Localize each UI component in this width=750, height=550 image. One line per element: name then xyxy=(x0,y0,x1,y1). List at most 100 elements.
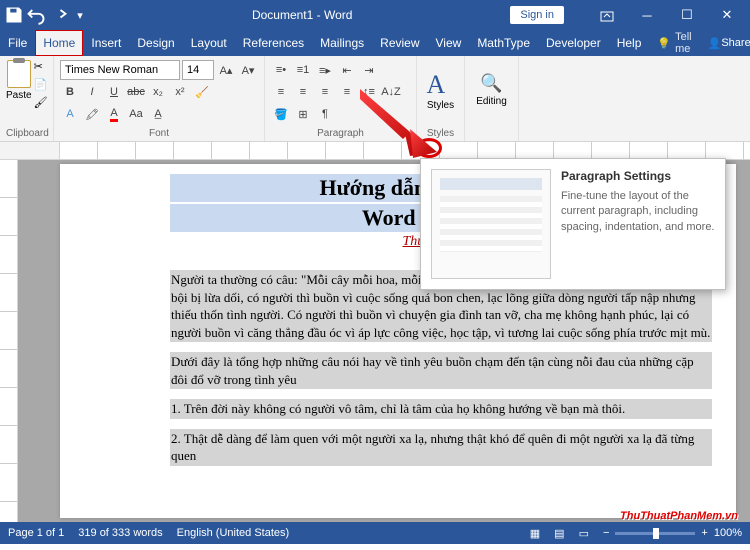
tab-layout[interactable]: Layout xyxy=(183,30,235,56)
decrease-indent-icon[interactable]: ⇤ xyxy=(337,60,357,80)
styles-btn-label: Styles xyxy=(427,100,454,111)
ribbon-tabs: File Home Insert Design Layout Reference… xyxy=(0,30,750,56)
shrink-font-icon[interactable]: A▾ xyxy=(238,60,258,80)
view-web-icon[interactable]: ▭ xyxy=(579,527,589,540)
highlight-icon[interactable]: 🖍 xyxy=(82,104,102,124)
change-case-icon[interactable]: Aa xyxy=(126,104,146,124)
bullets-icon[interactable]: ≡• xyxy=(271,60,291,80)
shading-icon[interactable]: 🪣 xyxy=(271,104,291,124)
language-indicator[interactable]: English (United States) xyxy=(177,527,290,539)
align-left-icon[interactable]: ≡ xyxy=(271,82,291,102)
zoom-control[interactable]: − + 100% xyxy=(603,527,742,539)
paragraph-3: 1. Trên đời này không có người vô tâm, c… xyxy=(170,399,712,419)
share-button[interactable]: 👤 Share xyxy=(700,30,750,56)
tab-help[interactable]: Help xyxy=(609,30,650,56)
clear-formatting-icon[interactable]: 🧹 xyxy=(192,82,212,102)
tab-mathtype[interactable]: MathType xyxy=(469,30,538,56)
tab-mailings[interactable]: Mailings xyxy=(312,30,372,56)
window-controls: ─ ☐ ✕ xyxy=(584,2,750,28)
undo-icon[interactable] xyxy=(26,5,46,25)
tab-references[interactable]: References xyxy=(235,30,312,56)
clipboard-label: Clipboard xyxy=(6,126,47,139)
align-right-icon[interactable]: ≡ xyxy=(315,82,335,102)
view-read-icon[interactable]: ▤ xyxy=(554,527,564,540)
numbering-icon[interactable]: ≡1 xyxy=(293,60,313,80)
text-effects-icon[interactable]: A xyxy=(60,104,80,124)
zoom-slider[interactable] xyxy=(615,532,695,535)
ribbon-options-icon[interactable] xyxy=(590,2,624,28)
watermark: ThuThuatPhanMem.vn xyxy=(620,503,738,524)
styles-icon[interactable]: A xyxy=(427,70,455,98)
status-bar: Page 1 of 1 319 of 333 words English (Un… xyxy=(0,522,750,544)
paste-label: Paste xyxy=(6,90,32,101)
paragraph-4: 2. Thật dễ dàng để làm quen với một ngườ… xyxy=(170,429,712,466)
group-editing: 🔍 Editing xyxy=(465,56,519,141)
zoom-value[interactable]: 100% xyxy=(714,527,742,539)
font-size-combo[interactable]: 14 xyxy=(182,60,214,80)
editing-btn-label: Editing xyxy=(476,96,507,107)
align-center-icon[interactable]: ≡ xyxy=(293,82,313,102)
save-icon[interactable] xyxy=(4,5,24,25)
increase-indent-icon[interactable]: ⇥ xyxy=(359,60,379,80)
font-name-combo[interactable]: Times New Roman xyxy=(60,60,180,80)
zoom-out-icon[interactable]: − xyxy=(603,527,609,539)
close-icon[interactable]: ✕ xyxy=(710,2,744,28)
paste-button[interactable]: Paste xyxy=(6,60,32,120)
tab-developer[interactable]: Developer xyxy=(538,30,609,56)
tab-view[interactable]: View xyxy=(428,30,470,56)
document-title: Document1 - Word xyxy=(94,8,510,22)
sort-icon[interactable]: A↓Z xyxy=(381,82,401,102)
copy-icon[interactable]: 📄 xyxy=(34,78,50,94)
word-count[interactable]: 319 of 333 words xyxy=(78,527,162,539)
strikethrough-button[interactable]: abc xyxy=(126,82,146,102)
tooltip-title: Paragraph Settings xyxy=(561,169,715,183)
group-paragraph: ≡• ≡1 ≡▸ ⇤ ⇥ ≡ ≡ ≡ ≡ ↕≡ A↓Z 🪣 ⊞ ¶ Paragr… xyxy=(265,56,417,141)
group-font: Times New Roman 14 A▴ A▾ B I U abc x₂ x²… xyxy=(54,56,265,141)
tab-insert[interactable]: Insert xyxy=(83,30,129,56)
show-marks-icon[interactable]: ¶ xyxy=(315,104,335,124)
editing-icon[interactable]: 🔍 xyxy=(480,73,502,94)
tab-review[interactable]: Review xyxy=(372,30,427,56)
character-border-icon[interactable]: A̲ xyxy=(148,104,168,124)
paragraph-2: Dưới đây là tổng hợp những câu nói hay v… xyxy=(170,352,712,389)
line-spacing-icon[interactable]: ↕≡ xyxy=(359,82,379,102)
paragraph-settings-tooltip: Paragraph Settings Fine-tune the layout … xyxy=(420,158,726,290)
vertical-ruler[interactable] xyxy=(0,160,18,522)
zoom-in-icon[interactable]: + xyxy=(701,527,707,539)
subscript-button[interactable]: x₂ xyxy=(148,82,168,102)
italic-button[interactable]: I xyxy=(82,82,102,102)
tab-design[interactable]: Design xyxy=(129,30,182,56)
borders-icon[interactable]: ⊞ xyxy=(293,104,313,124)
underline-button[interactable]: U xyxy=(104,82,124,102)
grow-font-icon[interactable]: A▴ xyxy=(216,60,236,80)
format-painter-icon[interactable]: 🖌 xyxy=(34,96,50,112)
view-print-icon[interactable]: ▦ xyxy=(530,527,540,540)
justify-icon[interactable]: ≡ xyxy=(337,82,357,102)
share-label: Share xyxy=(721,37,750,49)
superscript-button[interactable]: x² xyxy=(170,82,190,102)
title-bar: ▾ Document1 - Word Sign in ─ ☐ ✕ xyxy=(0,0,750,30)
redo-icon[interactable] xyxy=(48,5,68,25)
tab-home[interactable]: Home xyxy=(35,30,83,56)
bold-button[interactable]: B xyxy=(60,82,80,102)
maximize-icon[interactable]: ☐ xyxy=(670,2,704,28)
paragraph-label: Paragraph xyxy=(271,126,410,139)
qat-dropdown-icon[interactable]: ▾ xyxy=(70,5,90,25)
font-label: Font xyxy=(60,126,258,139)
paste-icon xyxy=(7,60,31,88)
sign-in-button[interactable]: Sign in xyxy=(510,6,564,24)
font-color-icon[interactable]: A xyxy=(104,104,124,124)
tooltip-description: Fine-tune the layout of the current para… xyxy=(561,189,715,235)
group-clipboard: Paste ✂ 📄 🖌 Clipboard xyxy=(0,56,54,141)
minimize-icon[interactable]: ─ xyxy=(630,2,664,28)
multilevel-icon[interactable]: ≡▸ xyxy=(315,60,335,80)
tell-me-label: Tell me xyxy=(675,31,692,55)
quick-access-toolbar: ▾ xyxy=(0,5,94,25)
tell-me[interactable]: 💡Tell me xyxy=(649,30,699,56)
cut-icon[interactable]: ✂ xyxy=(34,60,50,76)
ribbon: Paste ✂ 📄 🖌 Clipboard Times New Roman 14… xyxy=(0,56,750,142)
group-styles: A Styles Styles xyxy=(417,56,465,141)
tooltip-preview-image xyxy=(431,169,551,279)
tab-file[interactable]: File xyxy=(0,30,35,56)
page-indicator[interactable]: Page 1 of 1 xyxy=(8,527,64,539)
